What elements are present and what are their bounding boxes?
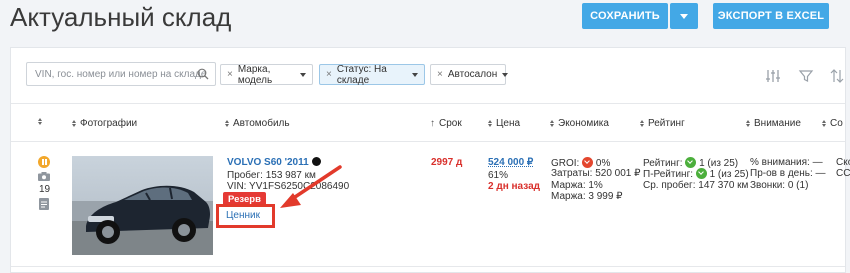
camera-icon bbox=[38, 172, 50, 181]
pause-icon[interactable] bbox=[38, 156, 50, 168]
status-filter-label: Статус: На складе bbox=[336, 63, 387, 86]
price-value[interactable]: 524 000 ₽ bbox=[488, 157, 533, 169]
views-per-day: Пр-ов в день: — bbox=[750, 168, 826, 179]
divider bbox=[11, 266, 845, 267]
clear-icon[interactable]: × bbox=[437, 69, 443, 80]
save-button[interactable]: СОХРАНИТЬ bbox=[582, 3, 668, 29]
term-days: 2997 д bbox=[431, 157, 463, 168]
p-rating-label: П-Рейтинг: bbox=[643, 169, 694, 180]
sort-icon bbox=[822, 120, 826, 127]
search-input[interactable]: VIN, гос. номер или номер на складе bbox=[26, 62, 216, 86]
calls: Звонки: 0 (1) bbox=[750, 180, 809, 191]
column-header-car-label: Автомобиль bbox=[233, 118, 290, 129]
column-header-photos[interactable]: Фотографии bbox=[72, 118, 137, 129]
column-header-term[interactable]: ↑ Срок bbox=[430, 118, 462, 129]
car-title-link[interactable]: VOLVO S60 '2011 bbox=[227, 157, 321, 169]
column-header-rating[interactable]: Рейтинг bbox=[640, 118, 685, 129]
column-header-price-label: Цена bbox=[496, 118, 521, 129]
p-rating-value: 1 (из 25) bbox=[709, 169, 749, 180]
price-updated: 2 дн назад bbox=[488, 181, 540, 192]
margin-value: Маржа: 3 999 ₽ bbox=[551, 191, 623, 202]
dealer-filter[interactable]: × Автосалон bbox=[430, 64, 509, 85]
avg-mileage: Ср. пробег: 147 370 км bbox=[643, 180, 749, 191]
brand-model-filter-label: Марка, модель bbox=[237, 63, 273, 86]
columns-settings-icon[interactable] bbox=[765, 68, 781, 84]
search-placeholder: VIN, гос. номер или номер на складе bbox=[35, 68, 207, 80]
chevron-down-icon bbox=[412, 72, 418, 77]
document-icon[interactable] bbox=[39, 198, 49, 210]
chevron-down-icon bbox=[300, 72, 306, 77]
brand-model-filter[interactable]: × Марка, модель bbox=[220, 63, 313, 86]
column-header-price[interactable]: Цена bbox=[488, 118, 520, 129]
sort-icon bbox=[72, 120, 76, 127]
sort-icon bbox=[640, 120, 644, 127]
sort-icon bbox=[225, 120, 229, 127]
next-column-text: ССГ bbox=[836, 168, 850, 179]
chevron-down-icon bbox=[502, 72, 509, 77]
column-header-attention-label: Внимание bbox=[754, 118, 801, 129]
car-title: VOLVO S60 '2011 bbox=[227, 157, 309, 168]
divider bbox=[11, 103, 845, 104]
rating-up-icon bbox=[685, 157, 697, 168]
column-header-rating-label: Рейтинг bbox=[648, 118, 685, 129]
status-filter[interactable]: × Статус: На складе bbox=[319, 63, 425, 86]
column-header-photos-label: Фотографии bbox=[80, 118, 138, 129]
column-header-car[interactable]: Автомобиль bbox=[225, 118, 290, 129]
column-header-attention[interactable]: Внимание bbox=[746, 118, 801, 129]
export-excel-button[interactable]: ЭКСПОРТ В EXCEL bbox=[713, 3, 829, 29]
costs: Затраты: 520 001 ₽ bbox=[551, 168, 641, 179]
sort-icon bbox=[488, 120, 492, 127]
chevron-down-icon bbox=[680, 13, 688, 19]
column-header-cut-label: Со bbox=[830, 118, 843, 129]
column-header-economy-label: Экономика bbox=[558, 118, 609, 129]
dealer-filter-label: Автосалон bbox=[447, 69, 498, 80]
car-photo[interactable] bbox=[72, 156, 213, 255]
sort-icon[interactable] bbox=[829, 68, 845, 84]
sort-icon bbox=[550, 120, 554, 127]
clear-icon[interactable]: × bbox=[326, 69, 332, 80]
sort-icon bbox=[38, 118, 42, 125]
column-header-status[interactable] bbox=[38, 118, 42, 125]
rating-up-icon bbox=[695, 168, 707, 179]
sort-icon bbox=[746, 120, 750, 127]
filter-icon[interactable] bbox=[798, 68, 814, 84]
clear-icon[interactable]: × bbox=[227, 69, 233, 80]
trend-down-icon bbox=[582, 157, 594, 168]
save-options-dropdown-button[interactable] bbox=[670, 3, 698, 29]
column-header-term-label: Срок bbox=[439, 118, 462, 129]
sort-ascending-icon: ↑ bbox=[430, 118, 435, 129]
search-icon[interactable] bbox=[197, 68, 209, 80]
price-tag-link[interactable]: Ценник bbox=[226, 210, 260, 221]
page-title: Актуальный склад bbox=[10, 2, 232, 32]
photo-count: 19 bbox=[39, 184, 51, 195]
column-header-economy[interactable]: Экономика bbox=[550, 118, 609, 129]
divider bbox=[11, 141, 845, 142]
color-swatch-icon bbox=[311, 157, 321, 166]
column-header-cut[interactable]: Со bbox=[822, 118, 843, 129]
